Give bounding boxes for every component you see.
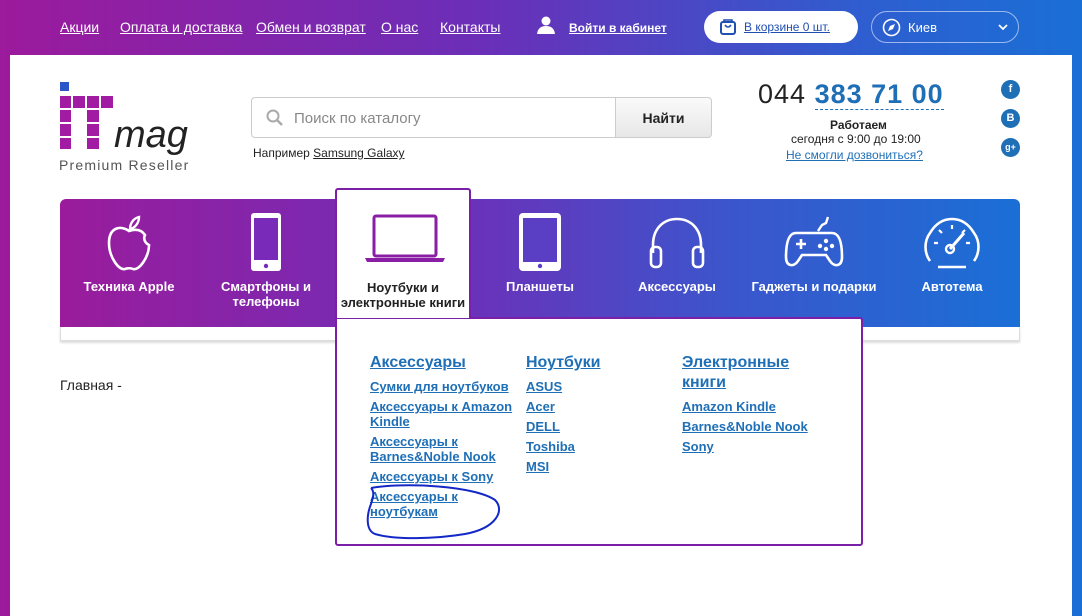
dropdown-column-accessories: Аксессуары Сумки для ноутбуков Аксессуар…	[370, 353, 520, 524]
nav-item-gadgets[interactable]: Гаджеты и подарки	[744, 199, 884, 327]
phone-number: 044 383 71 00	[758, 79, 944, 110]
logo-tagline: Premium Reseller	[59, 157, 190, 173]
laptop-icon	[365, 214, 445, 262]
smartphone-icon	[251, 213, 281, 271]
search-example-link[interactable]: Samsung Galaxy	[313, 146, 404, 160]
nav-label-tablets: Планшеты	[505, 279, 575, 294]
nav-label-gadgets: Гаджеты и подарки	[751, 279, 877, 294]
city-label: Киев	[908, 20, 937, 35]
search-button[interactable]: Найти	[615, 97, 712, 138]
svg-text:mag: mag	[114, 114, 188, 156]
top-bar: Акции Оплата и доставка Обмен и возврат …	[0, 0, 1082, 55]
category-nav: Техника Apple Смартфоны и телефоны Планш…	[60, 199, 1020, 327]
facebook-icon[interactable]: f	[1001, 80, 1020, 99]
dropdown-title-ebooks[interactable]: Электронные книги	[682, 353, 802, 393]
speedometer-icon	[924, 217, 980, 269]
apple-icon	[107, 215, 151, 271]
nav-item-laptops[interactable]: Ноутбуки и электронные книги	[335, 188, 471, 318]
dropdown-link[interactable]: Аксессуары к ноутбукам	[370, 489, 470, 519]
callback-link[interactable]: Не смогли дозвониться?	[786, 148, 923, 162]
dropdown-link[interactable]: ASUS	[526, 379, 666, 394]
search-input[interactable]	[294, 106, 604, 130]
search-box	[251, 97, 616, 138]
vkontakte-icon[interactable]: B	[1001, 109, 1020, 128]
hours-text: сегодня с 9:00 до 19:00	[791, 132, 921, 146]
tablet-icon	[519, 213, 561, 271]
nav-label-auto: Автотема	[921, 279, 983, 294]
dropdown-column-laptops: Ноутбуки ASUS Acer DELL Toshiba MSI	[526, 353, 666, 479]
nav-item-tablets[interactable]: Планшеты	[471, 199, 609, 327]
dropdown-link[interactable]: Barnes&Noble Nook	[682, 419, 822, 434]
nav-item-apple[interactable]: Техника Apple	[60, 199, 198, 327]
hours-title: Работаем	[830, 118, 887, 132]
dropdown-link[interactable]: MSI	[526, 459, 666, 474]
headphones-icon	[649, 217, 705, 269]
search-icon	[266, 109, 283, 126]
topbar-link-promotions[interactable]: Акции	[60, 19, 99, 35]
nav-label-smartphones: Смартфоны и телефоны	[221, 279, 311, 309]
dropdown-link[interactable]: Аксессуары к Sony	[370, 469, 520, 484]
chevron-down-icon	[998, 24, 1008, 31]
nav-item-smartphones[interactable]: Смартфоны и телефоны	[206, 199, 326, 327]
dropdown-link[interactable]: Amazon Kindle	[682, 399, 822, 414]
dropdown-title-accessories[interactable]: Аксессуары	[370, 353, 520, 373]
dropdown-link[interactable]: Сумки для ноутбуков	[370, 379, 520, 394]
breadcrumb[interactable]: Главная -	[60, 377, 122, 393]
city-select[interactable]: Киев	[871, 11, 1019, 43]
page-content: mag Premium Reseller Найти Например Sams…	[10, 55, 1072, 616]
gamepad-icon	[784, 216, 844, 267]
search-example-prefix: Например	[253, 146, 310, 160]
user-icon[interactable]	[536, 15, 556, 35]
dropdown-link[interactable]: Аксессуары к Amazon Kindle	[370, 399, 520, 429]
phone-code: 044	[758, 79, 807, 109]
topbar-link-exchange-return[interactable]: Обмен и возврат	[256, 19, 366, 35]
dropdown-link[interactable]: Аксессуары к Barnes&Noble Nook	[370, 434, 500, 464]
topbar-link-about[interactable]: О нас	[381, 19, 418, 35]
nav-item-accessories[interactable]: Аксессуары	[608, 199, 746, 327]
dropdown-column-ebooks: Электронные книги Amazon Kindle Barnes&N…	[682, 353, 822, 459]
compass-icon	[882, 18, 901, 37]
dropdown-link[interactable]: Sony	[682, 439, 822, 454]
google-plus-icon[interactable]: g+	[1001, 138, 1020, 157]
laptops-dropdown-menu: Аксессуары Сумки для ноутбуков Аксессуар…	[335, 317, 863, 546]
dropdown-title-laptops[interactable]: Ноутбуки	[526, 353, 666, 373]
search-example: Например Samsung Galaxy	[253, 146, 405, 160]
dropdown-link[interactable]: Toshiba	[526, 439, 666, 454]
nav-item-auto[interactable]: Автотема	[884, 199, 1020, 327]
nav-label-apple: Техника Apple	[83, 279, 175, 294]
cart-label: В корзине 0 шт.	[744, 20, 830, 34]
topbar-link-payment-delivery[interactable]: Оплата и доставка	[120, 19, 242, 35]
phone-main-number[interactable]: 383 71 00	[814, 79, 944, 110]
dropdown-link[interactable]: Acer	[526, 399, 666, 414]
login-link[interactable]: Войти в кабинет	[569, 21, 667, 35]
shopping-bag-icon	[720, 19, 736, 35]
cart-button[interactable]: В корзине 0 шт.	[704, 11, 858, 43]
dropdown-link[interactable]: DELL	[526, 419, 666, 434]
topbar-link-contacts[interactable]: Контакты	[440, 19, 500, 35]
nav-label-accessories: Аксессуары	[638, 279, 716, 294]
nav-label-laptops: Ноутбуки и электронные книги	[340, 280, 466, 310]
